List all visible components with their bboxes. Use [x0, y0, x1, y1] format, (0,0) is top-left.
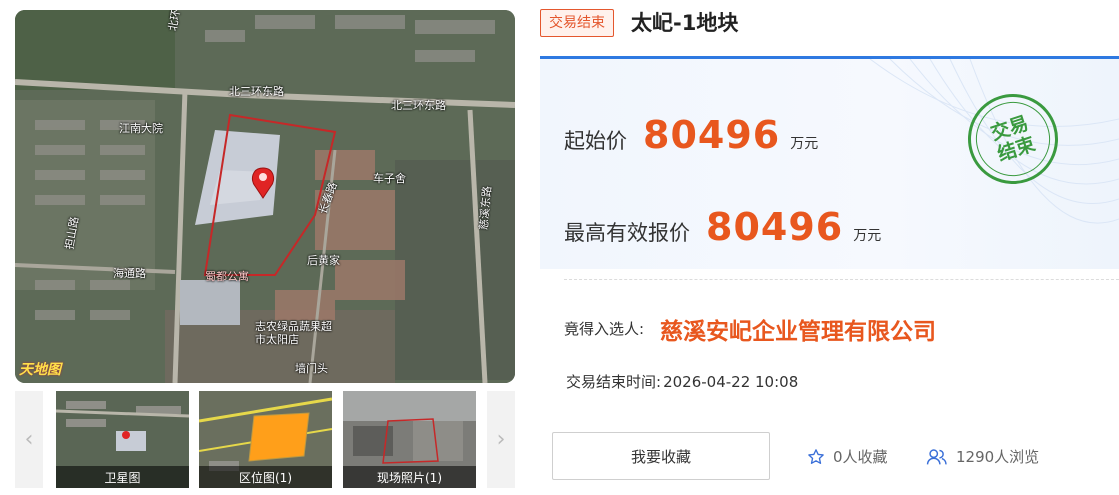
stamp-text: 交易 结束: [988, 112, 1038, 166]
views-count: 1290人浏览: [926, 446, 1039, 467]
thumbnail-caption: 现场照片(1): [343, 466, 476, 488]
start-price-unit: 万元: [790, 136, 819, 152]
map-label-village: 后黄家: [307, 254, 340, 267]
divider: [564, 279, 1119, 280]
page-title: 太屺-1地块: [631, 11, 739, 35]
views-count-text: 1290人浏览: [956, 448, 1040, 466]
winner-name: 慈溪安屺企业管理有限公司: [660, 319, 936, 345]
thumbnail-satellite[interactable]: 卫星图: [56, 391, 189, 488]
thumbnail-strip: ‹ 卫星图 区位图(1) 现场照片(1) ›: [15, 391, 515, 488]
thumbnail-site-photo[interactable]: 现场照片(1): [343, 391, 476, 488]
favorites-count-text: 0人收藏: [833, 448, 888, 466]
map-label-store: 志农绿品蔬果超市太阳店: [255, 320, 332, 346]
chevron-left-icon: ‹: [24, 427, 34, 452]
map-label-village: 车子舍: [373, 172, 406, 185]
start-price-value: 80496: [643, 113, 781, 157]
map-label-road: 北三环东路: [229, 85, 284, 98]
chevron-right-icon: ›: [496, 427, 506, 452]
start-price-row: 起始价 80496 万元: [564, 113, 818, 157]
thumbnail-prev-button[interactable]: ‹: [15, 391, 43, 488]
map-watermark: 天地图: [19, 362, 61, 378]
end-time: 交易结束时间: 2026-04-22 10:08: [564, 371, 798, 392]
price-card: 起始价 80496 万元 最高有效报价 80496 万元 交易 结束: [540, 56, 1119, 269]
highest-bid-row: 最高有效报价 80496 万元: [564, 205, 881, 249]
thumbnail-location[interactable]: 区位图(1): [199, 391, 332, 488]
map-label-community: 蜀都公寓: [205, 270, 249, 283]
favorites-count[interactable]: 0人收藏: [807, 446, 888, 467]
highest-bid-value: 80496: [706, 205, 844, 249]
map-label-road: 海通路: [113, 267, 146, 280]
users-icon: [926, 448, 947, 464]
status-badge: 交易结束: [540, 9, 614, 37]
map-label-community: 江南大院: [119, 122, 163, 135]
star-icon: [808, 448, 824, 464]
map-label-village: 墙门头: [295, 362, 328, 375]
highest-bid-label: 最高有效报价: [564, 221, 690, 245]
favorite-button[interactable]: 我要收藏: [552, 432, 770, 480]
end-time-value: 2026-04-22 10:08: [663, 373, 799, 391]
start-price-label: 起始价: [564, 129, 627, 153]
map-label-road: 北三环东路: [391, 99, 446, 112]
thumbnail-caption: 卫星图: [56, 466, 189, 488]
satellite-map[interactable]: 北三环东路 北三环东路 江南大院 车子舍 后黄家 海通路 长春路 担山路 慈溪东…: [15, 10, 515, 383]
thumbnail-next-button[interactable]: ›: [487, 391, 515, 488]
highest-bid-unit: 万元: [853, 228, 882, 244]
winner-label: 竟得入选人:: [564, 320, 645, 338]
thumbnail-caption: 区位图(1): [199, 466, 332, 488]
end-time-label: 交易结束时间:: [566, 373, 662, 391]
